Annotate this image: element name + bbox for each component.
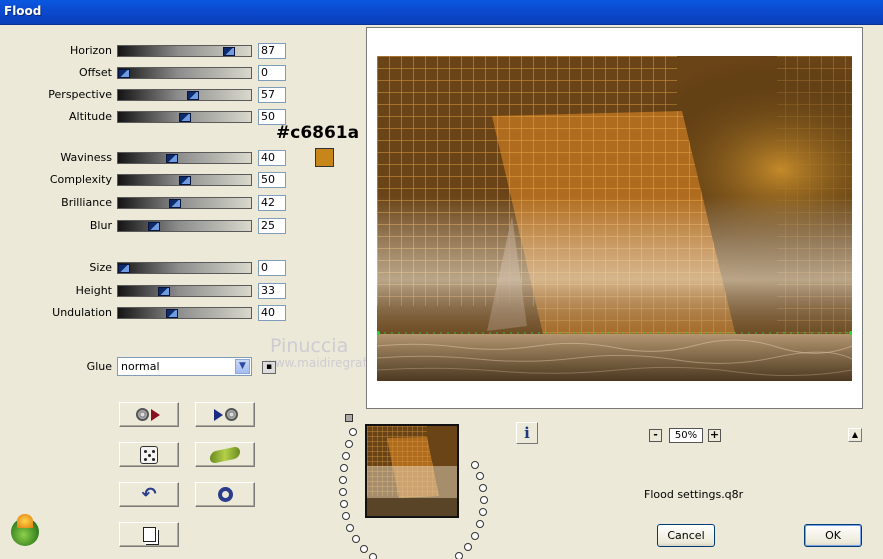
offset-slider[interactable] — [117, 67, 252, 79]
brilliance-slider[interactable] — [117, 197, 252, 209]
blur-label: Blur — [89, 219, 112, 232]
window-title: Flood — [4, 4, 42, 18]
next-preset-button[interactable] — [195, 402, 255, 427]
new-preset-button[interactable] — [119, 522, 179, 547]
collapse-button[interactable]: ▲ — [848, 428, 862, 442]
chevron-down-icon[interactable]: ▼ — [235, 359, 250, 374]
navigator-thumbnail[interactable] — [365, 424, 459, 518]
reset-button[interactable]: ↶ — [119, 482, 179, 507]
zoom-level: 50% — [669, 428, 703, 443]
height-value[interactable]: 33 — [258, 283, 286, 299]
height-slider[interactable] — [117, 285, 252, 297]
lock-icon[interactable]: ▪ — [262, 361, 276, 374]
horizon-value[interactable]: 87 — [258, 43, 286, 59]
slider-thumb[interactable] — [148, 222, 161, 231]
altitude-label: Altitude — [69, 110, 112, 123]
randomize-dice-icon — [140, 445, 158, 464]
slider-thumb[interactable] — [166, 309, 179, 318]
waviness-value[interactable]: 40 — [258, 150, 286, 166]
perspective-value[interactable]: 57 — [258, 87, 286, 103]
app-logo-icon — [11, 514, 39, 546]
slider-thumb[interactable] — [186, 91, 199, 100]
cancel-button[interactable]: Cancel — [657, 524, 715, 547]
disc-icon — [225, 408, 238, 421]
reset-icon: ↶ — [141, 484, 157, 505]
zoom-out-button[interactable]: - — [649, 429, 662, 442]
navigator-marker[interactable] — [345, 414, 353, 422]
ring-icon — [217, 487, 233, 502]
horizon-label: Horizon — [69, 44, 112, 57]
settings-file-label: Flood settings.q8r — [644, 488, 744, 501]
undulation-value[interactable]: 40 — [258, 305, 286, 321]
glue-select[interactable]: normal ▼ — [117, 357, 252, 376]
height-label: Height — [75, 284, 112, 297]
flood-scene — [377, 56, 852, 381]
complexity-slider[interactable] — [117, 174, 252, 186]
blur-value[interactable]: 25 — [258, 218, 286, 234]
offset-value[interactable]: 0 — [258, 65, 286, 81]
size-value[interactable]: 0 — [258, 260, 286, 276]
color-hex-label: #c6861a — [276, 123, 360, 143]
perspective-slider[interactable] — [117, 89, 252, 101]
undulation-slider[interactable] — [117, 307, 252, 319]
randomize-button[interactable] — [119, 442, 179, 467]
size-slider[interactable] — [117, 262, 252, 274]
next-preset-icon — [214, 408, 223, 421]
complexity-label: Complexity — [49, 173, 112, 186]
waviness-slider[interactable] — [117, 152, 252, 164]
size-label: Size — [89, 261, 112, 274]
dialog-client: Horizon 87 Offset 0 Perspective 57 Altit… — [0, 25, 883, 559]
ok-button[interactable]: OK — [804, 524, 862, 547]
complexity-value[interactable]: 50 — [258, 172, 286, 188]
previous-preset-icon — [136, 408, 149, 421]
slider-thumb[interactable] — [178, 176, 191, 185]
preview-panel — [366, 27, 863, 409]
new-preset-icon — [142, 527, 156, 542]
slider-thumb[interactable] — [166, 154, 179, 163]
info-button[interactable]: i — [516, 422, 538, 444]
slider-thumb[interactable] — [178, 113, 191, 122]
offset-label: Offset — [78, 66, 112, 79]
altitude-slider[interactable] — [117, 111, 252, 123]
preview-image — [377, 56, 852, 381]
zoom-in-button[interactable]: + — [708, 429, 721, 442]
color-swatch[interactable] — [315, 148, 334, 167]
slider-thumb[interactable] — [223, 47, 236, 56]
ring-button[interactable] — [195, 482, 255, 507]
wave-button[interactable] — [195, 442, 255, 467]
thumbnail-scene — [367, 426, 457, 516]
wave-icon — [210, 445, 240, 464]
perspective-label: Perspective — [48, 88, 112, 101]
undulation-label: Undulation — [52, 306, 112, 319]
play-left-icon — [151, 408, 160, 421]
glue-value: normal — [121, 360, 160, 373]
slider-thumb[interactable] — [118, 69, 130, 78]
glue-label: Glue — [86, 360, 112, 373]
title-bar: Flood — [0, 0, 883, 25]
brilliance-label: Brilliance — [61, 196, 112, 209]
horizon-slider[interactable] — [117, 45, 252, 57]
slider-thumb[interactable] — [168, 199, 181, 208]
watermark-name: Pinuccia — [270, 335, 349, 357]
waviness-label: Waviness — [60, 151, 112, 164]
slider-thumb[interactable] — [118, 264, 130, 273]
blur-slider[interactable] — [117, 220, 252, 232]
previous-preset-button[interactable] — [119, 402, 179, 427]
brilliance-value[interactable]: 42 — [258, 195, 286, 211]
slider-thumb[interactable] — [157, 287, 170, 296]
chevron-up-icon: ▲ — [851, 430, 859, 439]
